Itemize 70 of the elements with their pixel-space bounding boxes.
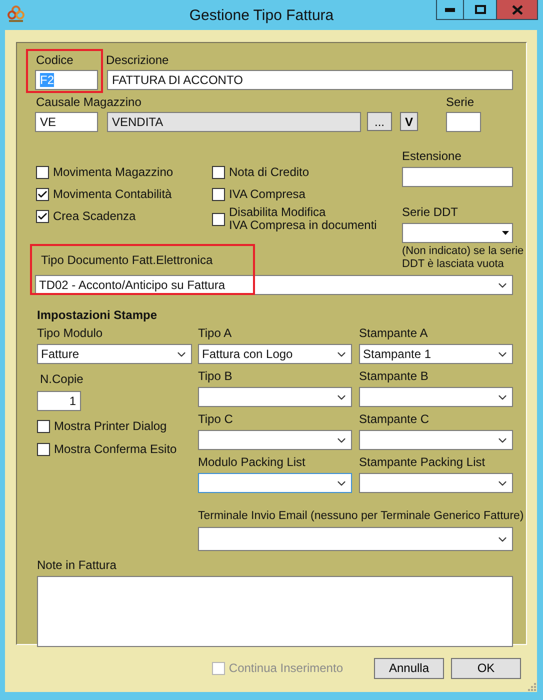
field-label: Stampante C xyxy=(359,412,430,426)
checkbox[interactable] xyxy=(212,212,225,226)
dropdown[interactable]: Fatture xyxy=(37,344,192,364)
hint-text: (Non indicato) se la serie DDT è lasciata vuota xyxy=(402,245,525,271)
field-label: Modulo Packing List xyxy=(198,455,306,469)
field-label: Serie DDT xyxy=(402,205,458,219)
field-label: Serie xyxy=(446,95,476,109)
checkbox-label: Nota di Credito xyxy=(229,166,310,178)
input-field[interactable] xyxy=(446,112,481,132)
dropdown[interactable] xyxy=(198,387,352,407)
input-field: VENDITA xyxy=(107,112,361,132)
dropdown[interactable] xyxy=(402,223,513,243)
input-field[interactable]: 1 xyxy=(37,391,81,411)
close-button[interactable] xyxy=(496,0,538,20)
checkbox-label: IVA Compresa xyxy=(229,188,306,200)
v-button[interactable]: V xyxy=(400,112,418,131)
checkbox-label: Crea Scadenza xyxy=(53,210,136,222)
checkbox[interactable] xyxy=(36,210,49,222)
field-label: Tipo Documento Fatt.Elettronica xyxy=(41,253,213,267)
dropdown[interactable] xyxy=(359,473,513,493)
checkbox-label: Continua Inserimento xyxy=(228,662,343,674)
field-label: N.Copie xyxy=(40,372,84,386)
maximize-icon xyxy=(474,5,486,14)
dropdown[interactable]: Stampante 1 xyxy=(359,344,513,364)
input-field[interactable] xyxy=(402,167,513,187)
checkbox[interactable] xyxy=(36,188,49,200)
dialog-button[interactable]: Annulla xyxy=(374,658,444,678)
app-logo-icon xyxy=(6,5,26,23)
dropdown[interactable] xyxy=(198,430,352,450)
checkbox-label: Movimenta Contabilità xyxy=(53,188,172,200)
close-icon xyxy=(512,4,522,14)
field-label: Tipo B xyxy=(198,369,234,383)
checkbox[interactable] xyxy=(212,188,225,200)
field-label: Tipo C xyxy=(198,412,234,426)
dropdown[interactable] xyxy=(359,430,513,450)
checkbox-label: Movimenta Magazzino xyxy=(53,166,174,178)
window-title: Gestione Tipo Fattura xyxy=(188,6,335,24)
browse-button[interactable]: ... xyxy=(367,112,392,131)
dropdown[interactable]: TD02 - Acconto/Anticipo su Fattura xyxy=(35,275,513,295)
checkbox[interactable] xyxy=(36,166,49,178)
dropdown-arrow-icon xyxy=(502,231,509,235)
field-label: Tipo Modulo xyxy=(37,326,104,340)
field-label: Note in Fattura xyxy=(37,558,118,572)
text-area[interactable] xyxy=(37,576,513,647)
field-label: Descrizione xyxy=(106,53,170,67)
input-field[interactable]: VE xyxy=(35,112,98,132)
field-label: Tipo A xyxy=(198,326,233,340)
minimize-button[interactable] xyxy=(436,0,464,20)
checkbox[interactable] xyxy=(37,443,50,456)
checkbox[interactable] xyxy=(212,166,225,178)
dropdown[interactable] xyxy=(359,387,513,407)
resize-grip-icon xyxy=(528,683,536,691)
field-label: Stampante B xyxy=(359,369,430,383)
dropdown[interactable] xyxy=(198,473,352,493)
field-label: Stampante A xyxy=(359,326,429,340)
field-label: Stampante Packing List xyxy=(359,455,486,469)
field-label: Causale Magazzino xyxy=(36,95,142,109)
checkbox-label: Disabilita Modifica IVA Compresa in documenti xyxy=(229,206,377,232)
field-label: Terminale Invio Email (nessuno per Terminale Generico Fatture) xyxy=(198,509,524,523)
checkbox[interactable] xyxy=(37,420,50,433)
input-field[interactable]: FATTURA DI ACCONTO xyxy=(107,70,513,90)
dropdown[interactable]: Fattura con Logo xyxy=(198,344,352,364)
dropdown[interactable] xyxy=(198,527,513,551)
dialog-button[interactable]: OK xyxy=(451,658,521,678)
checkbox-label: Mostra Conferma Esito xyxy=(54,443,177,456)
field-label: Estensione xyxy=(402,149,462,163)
minimize-icon xyxy=(445,8,455,12)
checkbox-label: Mostra Printer Dialog xyxy=(54,420,167,433)
section-title: Impostazioni Stampe xyxy=(37,308,158,322)
field-label: Codice xyxy=(36,53,74,67)
